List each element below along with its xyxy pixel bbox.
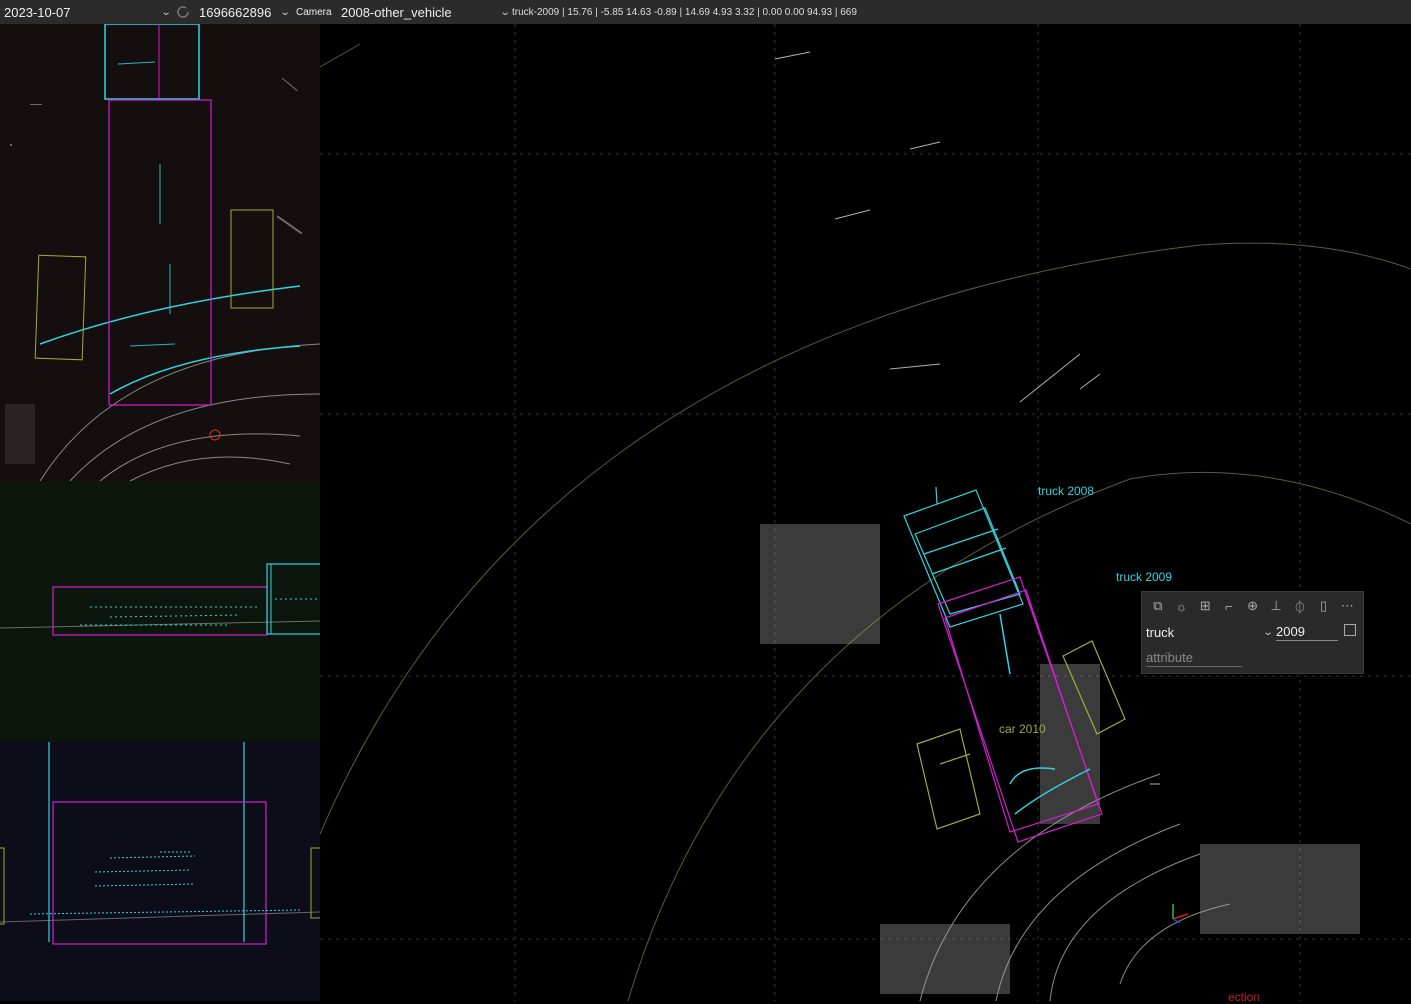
zoom-in-icon[interactable]: ⊕	[1241, 597, 1265, 615]
chevron-down-icon: ⌄	[1262, 626, 1274, 638]
annotation-panel: ⧉ ☼ ⊞ ⌐ ⊕ ⊥ ⏀ ▯ ⋯ truck ⌄ 2009 attribute	[1141, 591, 1364, 674]
truck-box-rear-view	[52, 801, 267, 945]
reload-icon[interactable]	[175, 0, 193, 24]
date-select[interactable]: 2023-10-07 ⌄	[4, 0, 172, 24]
range-ring-far	[320, 43, 361, 68]
truck-box-side	[52, 586, 268, 636]
panel-toolbar: ⧉ ☼ ⊞ ⌐ ⊕ ⊥ ⏀ ▯ ⋯	[1142, 592, 1363, 616]
side-projection-view[interactable]	[0, 481, 320, 742]
partial-label[interactable]: ection	[1228, 990, 1260, 1004]
split-icon[interactable]: ⊥	[1264, 597, 1288, 615]
layout-icon[interactable]: ⊞	[1193, 597, 1217, 615]
top-projection-view[interactable]	[0, 24, 320, 481]
main-3d-view[interactable]	[320, 24, 1411, 1001]
copy-icon[interactable]: ⧉	[1146, 597, 1170, 615]
pin-icon[interactable]: ⏀	[1288, 597, 1312, 615]
truck-2009-label[interactable]: truck 2009	[1116, 570, 1172, 584]
id-input[interactable]: 2009	[1276, 622, 1338, 641]
rear-projection-view[interactable]	[0, 742, 320, 1001]
car-2010-label[interactable]: car 2010	[999, 722, 1046, 736]
trash-icon[interactable]: ▯	[1312, 597, 1336, 615]
top-toolbar: 2023-10-07 ⌄ 1696662896 ⌄ Camera 2008-ot…	[0, 0, 1411, 25]
chevron-down-icon: ⌄	[279, 6, 291, 18]
truck-2008-label[interactable]: truck 2008	[1038, 484, 1094, 498]
curve-icon[interactable]: ⌐	[1217, 597, 1241, 615]
truck-2008-box	[903, 486, 1024, 628]
attribute-input[interactable]: attribute	[1146, 648, 1242, 667]
truck-box-rear	[104, 24, 200, 100]
object-status-text: truck-2009 | 15.76 | -5.85 14.63 -0.89 |…	[512, 6, 857, 18]
chevron-down-icon: ⌄	[499, 6, 511, 18]
class-value: truck	[1146, 624, 1175, 640]
checkbox[interactable]	[1344, 624, 1356, 636]
class-select[interactable]: truck ⌄	[1146, 622, 1274, 642]
camera-toggle[interactable]: Camera	[296, 0, 332, 24]
frame-value: 1696662896	[199, 4, 272, 20]
object-value: 2008-other_vehicle	[341, 4, 452, 20]
frame-select[interactable]: 1696662896 ⌄	[199, 0, 291, 24]
car-box-top	[230, 209, 274, 309]
truck-box-top	[108, 99, 212, 406]
chevron-down-icon: ⌄	[160, 6, 172, 18]
lightbulb-icon[interactable]: ☼	[1170, 597, 1194, 615]
object-select[interactable]: 2008-other_vehicle ⌄	[341, 0, 511, 24]
more-icon[interactable]: ⋯	[1335, 597, 1359, 615]
date-value: 2023-10-07	[4, 4, 71, 20]
ego-marker-icon	[209, 429, 221, 441]
